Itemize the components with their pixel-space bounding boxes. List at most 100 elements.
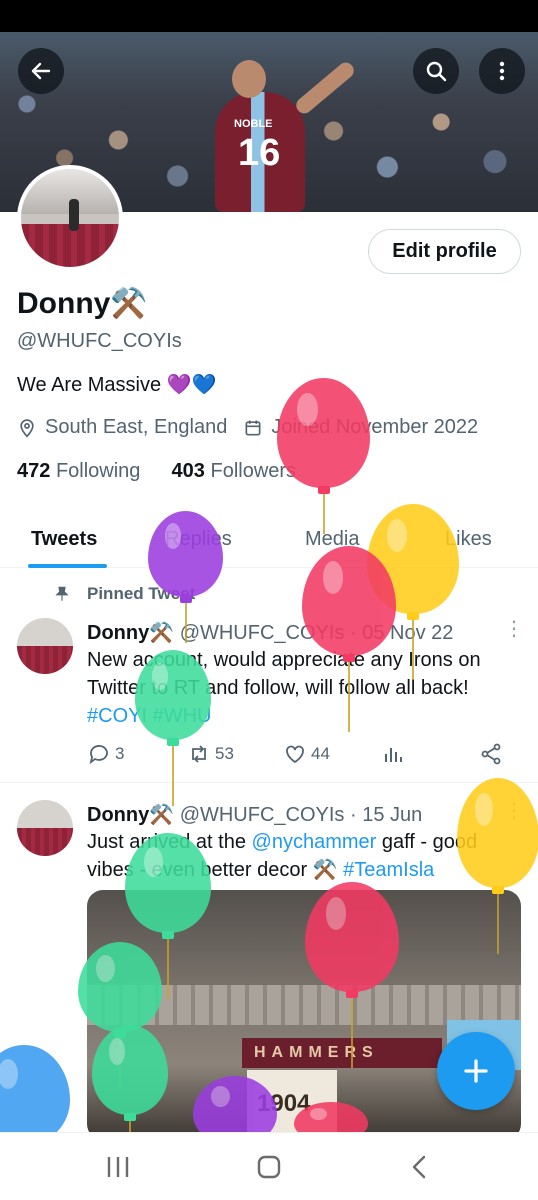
profile-handle: @WHUFC_COYIs <box>17 330 182 352</box>
tweet-mention[interactable]: @nychammer <box>252 831 377 853</box>
arrow-left-icon <box>31 62 51 80</box>
profile-avatar[interactable] <box>17 165 123 271</box>
profile-name: Donny⚒️ <box>17 286 148 321</box>
balloon-body <box>305 882 399 992</box>
avatar-seats <box>21 224 119 267</box>
tweet-avatar-seats <box>17 646 73 674</box>
plus-icon <box>464 1059 488 1083</box>
balloon <box>305 882 399 1072</box>
reply-button[interactable]: 3 <box>87 742 124 766</box>
pin-icon <box>55 586 69 601</box>
analytics-button[interactable] <box>381 742 409 766</box>
home-button[interactable] <box>254 1153 284 1181</box>
balloon-shine <box>325 897 347 931</box>
balloon-body <box>148 511 223 597</box>
balloon-body <box>92 1025 168 1115</box>
banner-jersey-number: 16 <box>238 132 281 174</box>
location-icon <box>20 418 34 438</box>
balloon <box>277 378 370 538</box>
balloon-shine <box>108 1037 126 1065</box>
balloon-body <box>457 778 538 888</box>
search-icon <box>426 61 447 82</box>
avatar-person <box>69 199 79 231</box>
balloon <box>457 778 538 958</box>
reply-icon <box>89 745 108 765</box>
retweet-count: 53 <box>215 744 234 763</box>
balloon-string <box>412 620 414 680</box>
balloon-shine <box>211 1085 230 1107</box>
calendar-icon <box>245 420 261 435</box>
balloon-string <box>348 662 350 732</box>
balloon-knot <box>179 595 192 603</box>
profile-location: South East, England <box>45 416 228 438</box>
balloon-shine <box>475 793 494 827</box>
balloon-knot <box>492 886 504 894</box>
share-icon <box>481 743 501 765</box>
tweet-date[interactable]: · 15 Jun <box>350 804 422 826</box>
balloon-shine <box>310 1107 327 1120</box>
balloon-shine <box>96 954 115 982</box>
nav-back-icon <box>412 1155 426 1179</box>
following-label: Following <box>55 460 141 482</box>
following-count: 472 <box>17 460 51 482</box>
profile-meta: South East, England Joined November 2022 <box>17 416 478 439</box>
balloon-shine <box>164 523 181 549</box>
banner-player-head <box>232 60 266 98</box>
balloon-shine <box>143 847 163 877</box>
balloon-knot <box>346 990 358 998</box>
balloon <box>302 546 396 736</box>
balloon-body <box>0 1045 70 1145</box>
active-tab-indicator <box>28 564 107 568</box>
balloon-string <box>322 494 325 534</box>
tab-tweets[interactable]: Tweets <box>31 528 97 551</box>
analytics-icon <box>385 748 402 762</box>
balloon-knot <box>167 738 179 746</box>
tweet-avatar-seats <box>17 828 73 856</box>
edit-profile-button[interactable]: Edit profile <box>368 229 521 274</box>
balloon-knot <box>343 654 355 662</box>
more-options-button[interactable] <box>479 48 525 94</box>
balloon-shine <box>151 662 169 690</box>
profile-stats: 472 Following 403 Followers <box>17 460 296 483</box>
search-button[interactable] <box>413 48 459 94</box>
hammers-emoji: ⚒️ <box>110 287 148 320</box>
balloon-body <box>78 942 162 1032</box>
share-button[interactable] <box>479 742 507 766</box>
heart-icon <box>286 745 304 764</box>
balloon-string <box>351 998 353 1068</box>
balloon-body <box>277 378 370 488</box>
like-count: 44 <box>311 744 330 763</box>
balloon-knot <box>124 1113 136 1121</box>
home-icon <box>257 1155 281 1179</box>
recents-icon <box>107 1157 129 1177</box>
balloon-body <box>125 833 211 933</box>
compose-tweet-button[interactable] <box>437 1032 515 1110</box>
profile-bio: We Are Massive 💜💙 <box>17 374 217 396</box>
balloon-knot <box>317 486 330 494</box>
following-link[interactable]: 472 Following <box>17 460 140 482</box>
status-bar <box>0 0 538 32</box>
nav-back-button[interactable] <box>405 1153 435 1181</box>
balloon-string <box>172 746 174 806</box>
balloon-shine <box>0 1059 19 1089</box>
balloon <box>148 511 223 647</box>
balloon-body <box>302 546 396 656</box>
recents-button[interactable] <box>103 1153 133 1181</box>
back-button[interactable] <box>18 48 64 94</box>
balloon-string <box>184 603 187 643</box>
balloon <box>135 650 211 810</box>
balloon-body <box>135 650 211 740</box>
balloon-knot <box>162 931 174 939</box>
tweet-hashtag[interactable]: #TeamIsla <box>343 859 434 881</box>
tweet-more-icon[interactable]: ⋮ <box>504 616 524 641</box>
tweet-avatar[interactable] <box>17 618 73 674</box>
profile-name-text: Donny <box>17 287 111 320</box>
banner-jersey-name: NOBLE <box>234 118 273 130</box>
reply-count: 3 <box>115 744 125 763</box>
more-vertical-icon <box>499 61 505 81</box>
tweet-avatar[interactable] <box>17 800 73 856</box>
balloon-knot <box>407 612 419 620</box>
balloon-string <box>497 894 499 954</box>
like-button[interactable]: 44 <box>283 742 330 766</box>
system-nav-bar <box>0 1132 538 1200</box>
